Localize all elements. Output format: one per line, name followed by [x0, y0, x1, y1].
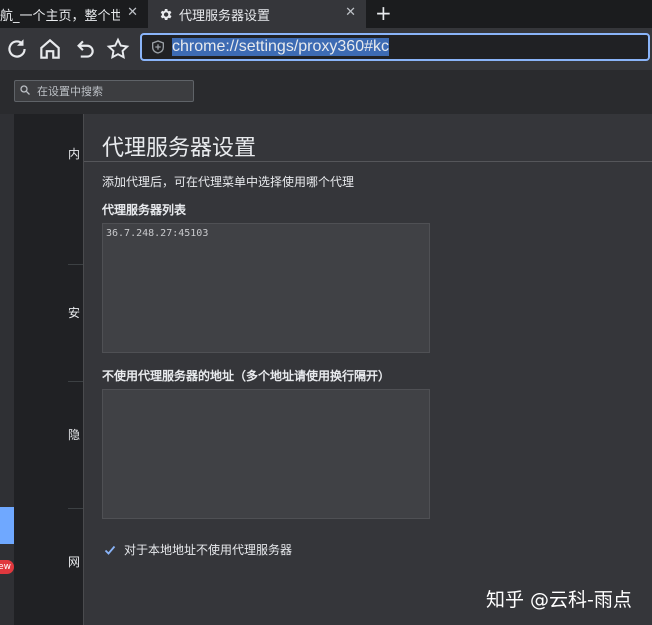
reload-icon[interactable]	[4, 36, 30, 62]
bypass-list-textarea[interactable]	[102, 389, 430, 519]
bypass-list-label: 不使用代理服务器的地址（多个地址请使用换行隔开）	[102, 369, 391, 383]
gear-icon	[160, 8, 172, 20]
watermark: 知乎 @云科-雨点	[486, 589, 632, 611]
proxy-list-textarea[interactable]: 36.7.248.27:45103	[102, 223, 430, 353]
settings-search-box[interactable]	[14, 80, 194, 102]
url-text[interactable]: chrome://settings/proxy360#kc	[172, 38, 389, 56]
proxy-list-label: 代理服务器列表	[102, 203, 187, 217]
toolbar: chrome://settings/proxy360#kc	[0, 28, 652, 70]
settings-item-label[interactable]: 内	[68, 145, 80, 162]
settings-item-label[interactable]: 安	[68, 304, 80, 321]
new-badge: ew	[0, 560, 14, 574]
close-icon[interactable]: ✕	[345, 5, 356, 20]
shield-icon	[152, 40, 164, 54]
search-icon	[20, 85, 30, 95]
local-bypass-label: 对于本地地址不使用代理服务器	[124, 543, 293, 557]
settings-item-label[interactable]: 隐	[68, 426, 80, 443]
tab-home[interactable]: 航_一个主页，整个世界 ✕	[0, 0, 148, 28]
tab-title: 代理服务器设置	[179, 8, 271, 24]
tab-proxy-settings[interactable]: 代理服务器设置 ✕	[148, 0, 366, 28]
settings-header	[0, 70, 652, 114]
checkbox-checked-icon[interactable]	[104, 544, 116, 556]
local-bypass-row[interactable]: 对于本地地址不使用代理服务器	[104, 541, 292, 558]
undo-icon[interactable]	[71, 36, 97, 62]
divider	[84, 161, 652, 162]
sidebar-active-indicator	[0, 507, 14, 544]
dialog-title: 代理服务器设置	[102, 136, 257, 161]
dialog-description: 添加代理后，可在代理菜单中选择使用哪个代理	[102, 175, 355, 189]
settings-search-input[interactable]	[35, 82, 189, 100]
new-tab-button[interactable]: +	[375, 1, 392, 25]
tab-title: 航_一个主页，整个世界	[0, 8, 120, 24]
bookmark-star-icon[interactable]	[105, 36, 131, 62]
close-icon[interactable]: ✕	[127, 5, 138, 20]
home-icon[interactable]	[37, 36, 63, 62]
left-sidebar: ew	[0, 114, 14, 625]
address-bar[interactable]: chrome://settings/proxy360#kc	[140, 33, 650, 61]
settings-item-label[interactable]: 网	[68, 553, 80, 570]
proxy-settings-dialog: 代理服务器设置 添加代理后，可在代理菜单中选择使用哪个代理 代理服务器列表 36…	[83, 114, 652, 625]
tab-strip: 航_一个主页，整个世界 ✕ 代理服务器设置 ✕ +	[0, 0, 652, 28]
